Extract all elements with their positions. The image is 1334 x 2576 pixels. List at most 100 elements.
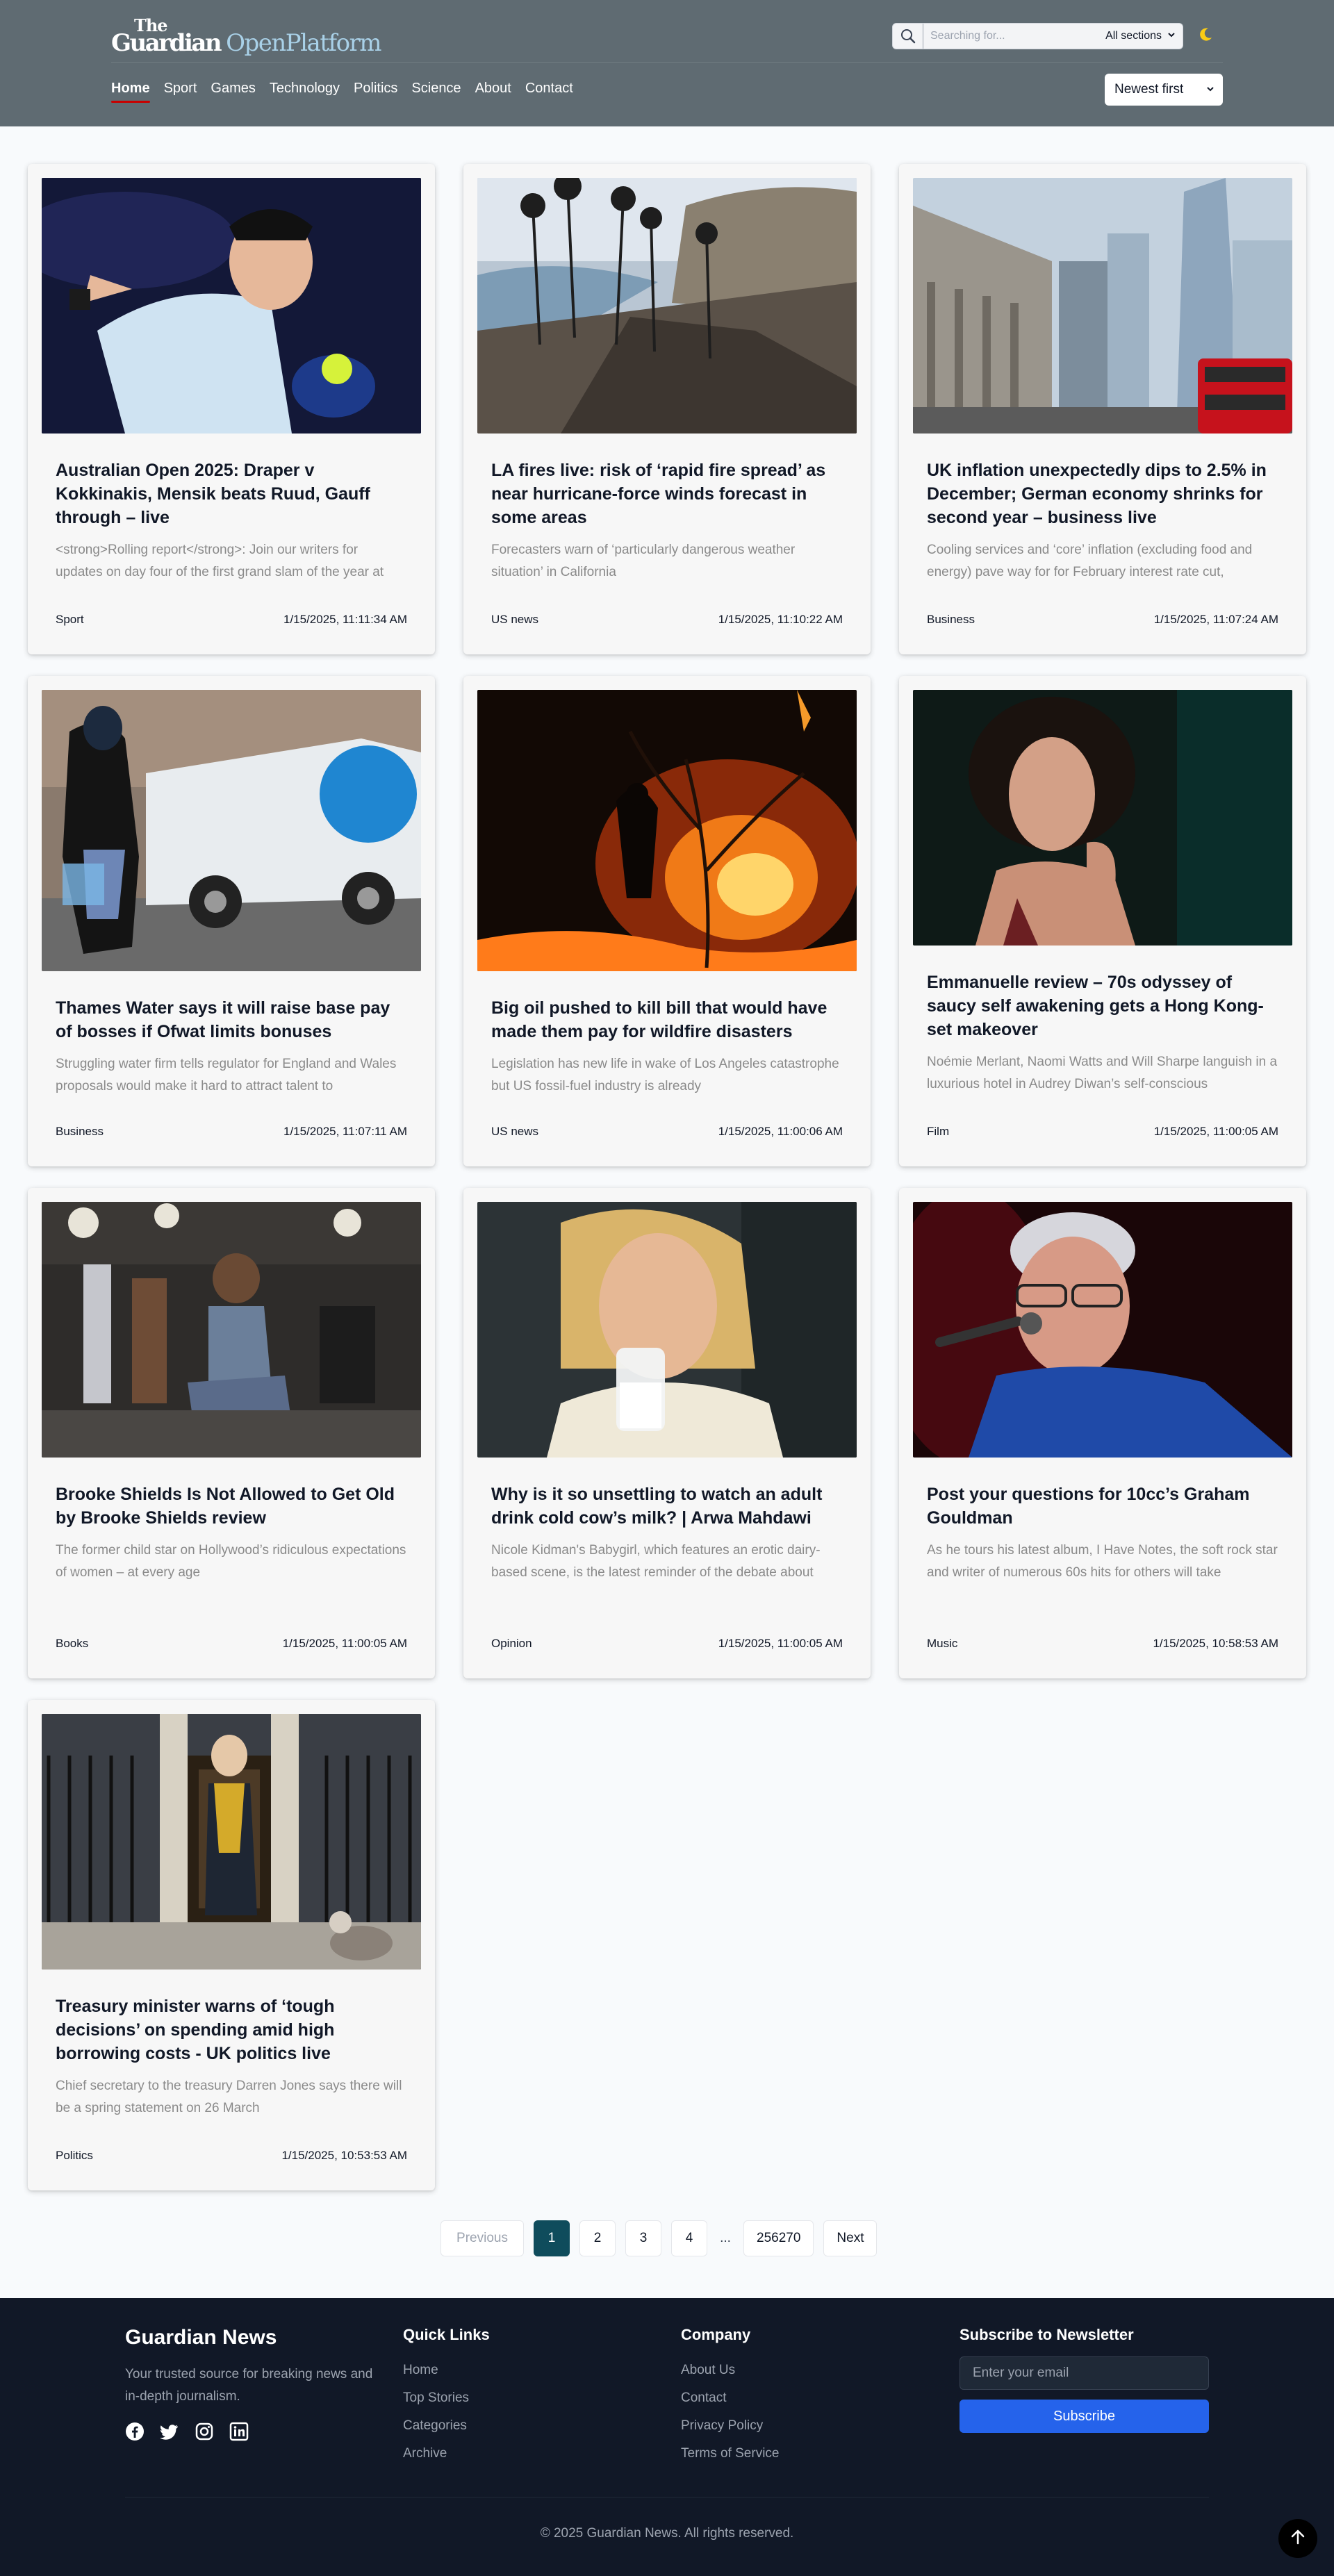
article-title[interactable]: Treasury minister warns of ‘tough decisi… bbox=[56, 1995, 407, 2065]
footer-quick-links-title: Quick Links bbox=[403, 2326, 490, 2343]
article-section: Books bbox=[56, 1637, 89, 1650]
article-card[interactable]: Treasury minister warns of ‘tough decisi… bbox=[28, 1700, 435, 2190]
back-to-top-button[interactable] bbox=[1278, 2519, 1317, 2558]
article-card[interactable]: Thames Water says it will raise base pay… bbox=[28, 676, 435, 1166]
instagram-icon[interactable] bbox=[195, 2422, 214, 2441]
article-title[interactable]: LA fires live: risk of ‘rapid fire sprea… bbox=[491, 459, 843, 529]
article-meta: Books 1/15/2025, 11:00:05 AM bbox=[56, 1637, 407, 1651]
footer-link-about-us[interactable]: About Us bbox=[681, 2356, 779, 2384]
article-title[interactable]: Why is it so unsettling to watch an adul… bbox=[491, 1483, 843, 1530]
article-title[interactable]: Australian Open 2025: Draper v Kokkinaki… bbox=[56, 459, 407, 529]
article-description: Nicole Kidman's Babygirl, which features… bbox=[491, 1543, 821, 1580]
footer-link-top-stories[interactable]: Top Stories bbox=[403, 2384, 490, 2412]
page-button-2[interactable]: 2 bbox=[579, 2220, 616, 2256]
article-card[interactable]: Why is it so unsettling to watch an adul… bbox=[463, 1188, 871, 1678]
facebook-icon[interactable] bbox=[125, 2422, 145, 2441]
nav-item-science[interactable]: Science bbox=[411, 78, 461, 99]
page-button-4[interactable]: 4 bbox=[671, 2220, 707, 2256]
theme-toggle-button[interactable] bbox=[1194, 24, 1219, 49]
article-meta: US news 1/15/2025, 11:00:06 AM bbox=[491, 1125, 843, 1139]
article-meta: Opinion 1/15/2025, 11:00:05 AM bbox=[491, 1637, 843, 1651]
article-meta: Business 1/15/2025, 11:07:11 AM bbox=[56, 1125, 407, 1139]
page-button-last[interactable]: 256270 bbox=[743, 2220, 814, 2256]
social-links bbox=[125, 2422, 382, 2441]
article-card[interactable]: Post your questions for 10cc’s Graham Go… bbox=[899, 1188, 1306, 1678]
nav-item-sport[interactable]: Sport bbox=[164, 78, 197, 99]
article-card[interactable]: Big oil pushed to kill bill that would h… bbox=[463, 676, 871, 1166]
footer-brand: Guardian News Your trusted source for br… bbox=[125, 2326, 382, 2441]
article-card[interactable]: Brooke Shields Is Not Allowed to Get Old… bbox=[28, 1188, 435, 1678]
article-grid: Australian Open 2025: Draper v Kokkinaki… bbox=[28, 164, 1306, 2190]
article-image-bank-of-england bbox=[913, 178, 1292, 434]
nav-item-home[interactable]: Home bbox=[111, 78, 150, 103]
article-date: 1/15/2025, 11:00:05 AM bbox=[282, 1637, 407, 1650]
section-select[interactable]: All sections bbox=[1088, 26, 1178, 46]
search-icon[interactable] bbox=[893, 24, 923, 49]
article-section: Film bbox=[927, 1125, 950, 1138]
subscribe-button[interactable]: Subscribe bbox=[960, 2400, 1209, 2433]
article-title[interactable]: Post your questions for 10cc’s Graham Go… bbox=[927, 1483, 1278, 1530]
site-logo[interactable]: The Guardian OpenPlatform bbox=[111, 15, 382, 57]
sort-select[interactable]: Newest first bbox=[1105, 74, 1223, 106]
article-title[interactable]: Emmanuelle review – 70s odyssey of saucy… bbox=[927, 971, 1278, 1041]
nav-item-politics[interactable]: Politics bbox=[354, 78, 397, 99]
article-image-wildfire-firefighter bbox=[477, 690, 857, 971]
footer-company: Company About Us Contact Privacy Policy … bbox=[681, 2326, 779, 2468]
article-card[interactable]: LA fires live: risk of ‘rapid fire sprea… bbox=[463, 164, 871, 654]
article-date: 1/15/2025, 11:11:34 AM bbox=[283, 613, 407, 626]
footer-newsletter: Subscribe to Newsletter Subscribe bbox=[960, 2326, 1334, 2433]
article-image-photo-shoot bbox=[42, 1202, 421, 1458]
page-button-3[interactable]: 3 bbox=[625, 2220, 661, 2256]
nav-item-contact[interactable]: Contact bbox=[525, 78, 573, 99]
article-image-burned-coastline bbox=[477, 178, 857, 434]
footer-link-terms-of-service[interactable]: Terms of Service bbox=[681, 2440, 779, 2468]
sort-select-value: Newest first bbox=[1114, 82, 1184, 97]
linkedin-icon[interactable] bbox=[229, 2422, 249, 2441]
article-date: 1/15/2025, 10:53:53 AM bbox=[281, 2149, 407, 2162]
footer-link-categories[interactable]: Categories bbox=[403, 2412, 490, 2440]
article-image-actress-portrait bbox=[913, 690, 1292, 946]
article-card[interactable]: Emmanuelle review – 70s odyssey of saucy… bbox=[899, 676, 1306, 1166]
page-button-1[interactable]: 1 bbox=[534, 2220, 570, 2256]
article-description: <strong>Rolling report</strong>: Join ou… bbox=[56, 543, 384, 579]
footer-link-privacy-policy[interactable]: Privacy Policy bbox=[681, 2412, 779, 2440]
footer-company-title: Company bbox=[681, 2326, 751, 2343]
previous-page-button[interactable]: Previous bbox=[440, 2220, 524, 2256]
footer-link-contact[interactable]: Contact bbox=[681, 2384, 779, 2412]
chevron-down-icon bbox=[1167, 30, 1176, 42]
nav-item-technology[interactable]: Technology bbox=[270, 78, 340, 99]
newsletter-email-input[interactable] bbox=[960, 2356, 1209, 2390]
article-title[interactable]: Brooke Shields Is Not Allowed to Get Old… bbox=[56, 1483, 407, 1530]
article-title[interactable]: Big oil pushed to kill bill that would h… bbox=[491, 996, 843, 1043]
footer-link-archive[interactable]: Archive bbox=[403, 2440, 490, 2468]
twitter-icon[interactable] bbox=[160, 2422, 179, 2441]
nav-item-games[interactable]: Games bbox=[211, 78, 255, 99]
article-card[interactable]: UK inflation unexpectedly dips to 2.5% i… bbox=[899, 164, 1306, 654]
article-image-singer-microphone bbox=[913, 1202, 1292, 1458]
footer-link-home[interactable]: Home bbox=[403, 2356, 490, 2384]
article-date: 1/15/2025, 11:00:05 AM bbox=[1153, 1125, 1278, 1138]
logo-platform: OpenPlatform bbox=[226, 29, 381, 57]
article-description: As he tours his latest album, I Have Not… bbox=[927, 1543, 1278, 1580]
chevron-down-icon bbox=[1206, 82, 1214, 97]
article-meta: Politics 1/15/2025, 10:53:53 AM bbox=[56, 2149, 407, 2163]
article-description: Cooling services and ‘core’ inflation (e… bbox=[927, 543, 1253, 579]
footer-tagline: Your trusted source for breaking news an… bbox=[125, 2367, 373, 2404]
article-section: Opinion bbox=[491, 1637, 532, 1650]
search-input[interactable] bbox=[923, 24, 1076, 48]
article-image-tennis-player bbox=[42, 178, 421, 434]
nav-item-about[interactable]: About bbox=[475, 78, 511, 99]
article-date: 1/15/2025, 11:00:06 AM bbox=[718, 1125, 843, 1138]
article-title[interactable]: UK inflation unexpectedly dips to 2.5% i… bbox=[927, 459, 1278, 529]
article-section: Sport bbox=[56, 613, 84, 626]
article-description: Legislation has new life in wake of Los … bbox=[491, 1057, 839, 1093]
article-section: Business bbox=[927, 613, 975, 626]
next-page-button[interactable]: Next bbox=[823, 2220, 878, 2256]
site-header: The Guardian OpenPlatform All sections H… bbox=[0, 0, 1334, 126]
article-date: 1/15/2025, 10:58:53 AM bbox=[1153, 1637, 1278, 1650]
logo-the: The bbox=[134, 15, 168, 35]
article-section: US news bbox=[491, 613, 539, 626]
article-section: Politics bbox=[56, 2149, 93, 2162]
article-card[interactable]: Australian Open 2025: Draper v Kokkinaki… bbox=[28, 164, 435, 654]
article-title[interactable]: Thames Water says it will raise base pay… bbox=[56, 996, 407, 1043]
